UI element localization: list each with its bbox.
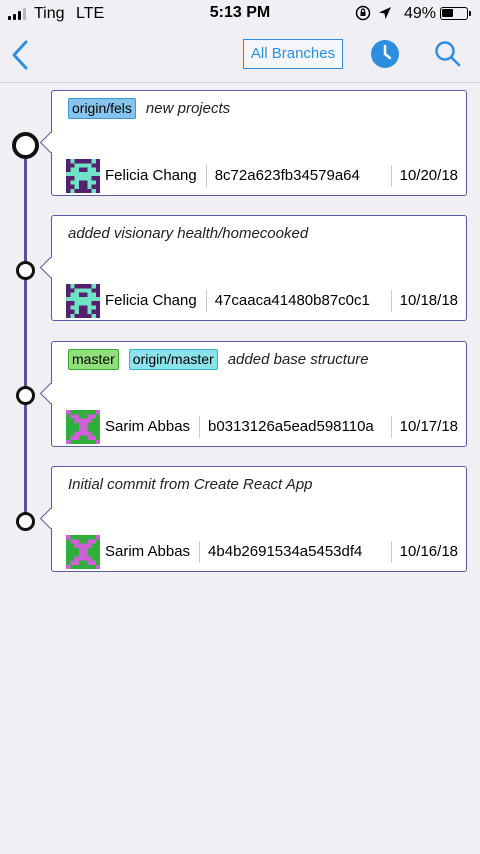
battery-percentage: 49% xyxy=(404,5,437,22)
branch-tag[interactable]: master xyxy=(68,348,119,370)
commit-date: 10/16/18 xyxy=(399,543,458,560)
head-commit-node xyxy=(12,132,39,159)
commit-header: master origin/master added base structure xyxy=(68,348,458,370)
commit-author: Felicia Chang xyxy=(105,290,207,312)
branch-tag[interactable]: origin/master xyxy=(128,348,218,370)
commit-header: Initial commit from Create React App xyxy=(68,473,458,495)
avatar xyxy=(66,535,100,569)
avatar xyxy=(66,410,100,444)
commit-author: Sarim Abbas xyxy=(105,541,201,563)
commit-author: Sarim Abbas xyxy=(105,416,201,438)
branch-tag[interactable]: origin/fels xyxy=(68,97,136,119)
commit-meta: Felicia Chang 47caaca41480b87c0c1 10/18/18 xyxy=(66,284,458,318)
commit-date: 10/17/18 xyxy=(399,418,458,435)
commit-card[interactable]: master origin/master added base structure S… xyxy=(51,341,467,447)
commit-author: Felicia Chang xyxy=(105,165,207,187)
commit-message: new projects xyxy=(145,99,231,117)
commit-hash: b0313126a5ead598110a xyxy=(208,416,392,438)
commit-hash: 8c72a623fb34579a64 xyxy=(215,165,392,187)
commit-date: 10/18/18 xyxy=(399,292,458,309)
commit-card[interactable]: origin/fels new projects Felicia Chang 8c72… xyxy=(51,90,467,196)
clock-icon xyxy=(371,40,399,68)
battery-icon xyxy=(440,7,468,20)
commit-graph-line xyxy=(24,144,27,522)
commit-meta: Sarim Abbas b0313126a5ead598110a 10/17/18 xyxy=(66,410,458,444)
history-button[interactable] xyxy=(370,39,400,69)
commit-header: added visionary health/homecooked xyxy=(68,222,458,244)
commit-header: origin/fels new projects xyxy=(68,97,458,119)
commit-message: added visionary health/homecooked xyxy=(68,224,309,242)
commit-meta: Sarim Abbas 4b4b2691534a5453df4 10/16/18 xyxy=(66,535,458,569)
all-branches-button[interactable]: All Branches xyxy=(243,39,343,69)
commit-message: Initial commit from Create React App xyxy=(68,475,313,493)
rotation-lock-icon xyxy=(355,5,371,25)
commit-meta: Felicia Chang 8c72a623fb34579a64 10/20/18 xyxy=(66,159,458,193)
commit-hash: 47caaca41480b87c0c1 xyxy=(215,290,392,312)
commit-message: added base structure xyxy=(227,350,369,368)
avatar xyxy=(66,284,100,318)
search-icon xyxy=(435,41,461,67)
commit-node xyxy=(16,512,35,531)
avatar xyxy=(66,159,100,193)
search-button[interactable] xyxy=(433,39,463,69)
chevron-left-icon xyxy=(12,40,28,70)
commit-card[interactable]: added visionary health/homecooked Felicia… xyxy=(51,215,467,321)
commit-hash: 4b4b2691534a5453df4 xyxy=(208,541,392,563)
nav-bar: All Branches xyxy=(0,28,480,83)
commit-node xyxy=(16,261,35,280)
back-button[interactable] xyxy=(6,38,36,72)
commit-card[interactable]: Initial commit from Create React App Sari… xyxy=(51,466,467,572)
commit-node xyxy=(16,386,35,405)
location-arrow-icon xyxy=(378,6,392,25)
status-bar: Ting LTE 5:13 PM 49% xyxy=(0,0,480,28)
commit-date: 10/20/18 xyxy=(399,167,458,184)
